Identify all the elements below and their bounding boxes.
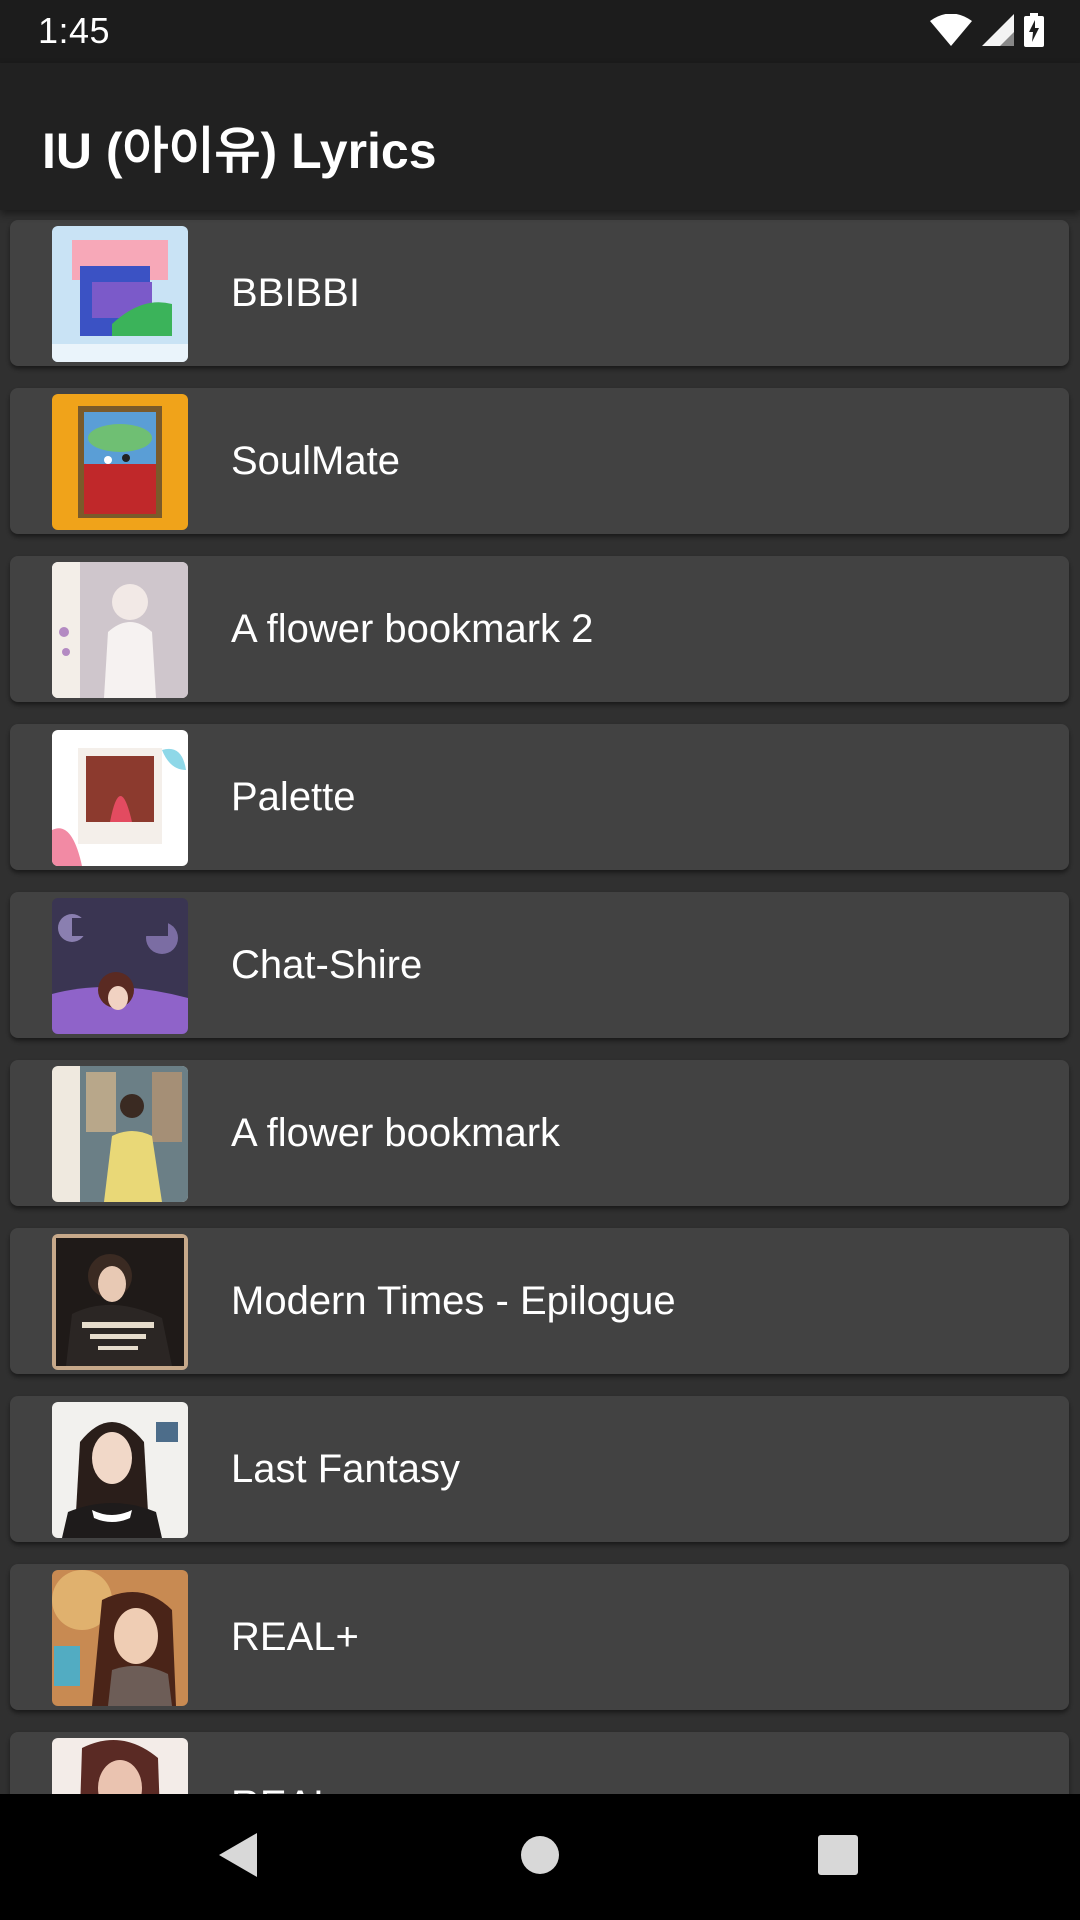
album-title: REAL+ xyxy=(231,1615,359,1659)
album-title: SoulMate xyxy=(231,439,400,483)
navigation-bar xyxy=(0,1794,1080,1920)
album-list[interactable]: BBIBBI SoulMate A flower bookmark 2 Pale… xyxy=(0,210,1080,1794)
battery-charging-icon xyxy=(1024,12,1044,52)
album-title: A flower bookmark 2 xyxy=(231,607,594,651)
album-title: A flower bookmark xyxy=(231,1111,561,1155)
album-title: Palette xyxy=(231,775,356,819)
app-bar: IU (아이유) Lyrics xyxy=(0,63,1080,210)
album-item-chat-shire[interactable]: Chat-Shire xyxy=(10,892,1069,1038)
app-title: IU (아이유) Lyrics xyxy=(42,123,437,179)
status-time: 1:45 xyxy=(38,10,111,51)
album-item-palette[interactable]: Palette xyxy=(10,724,1069,870)
album-item-modern-times-epilogue[interactable]: Modern Times - Epilogue xyxy=(10,1228,1069,1374)
album-item-soulmate[interactable]: SoulMate xyxy=(10,388,1069,534)
album-title: REAL xyxy=(231,1732,336,1794)
home-icon xyxy=(520,1835,560,1880)
flower-bookmark-2-album-art xyxy=(52,562,188,698)
back-icon xyxy=(217,1831,261,1884)
chat-shire-album-art xyxy=(52,898,188,1034)
real-album-art xyxy=(52,1738,188,1794)
soulmate-album-art xyxy=(52,394,188,530)
palette-album-art xyxy=(52,730,188,866)
album-title: Last Fantasy xyxy=(231,1447,461,1491)
album-item-flower-bookmark-2[interactable]: A flower bookmark 2 xyxy=(10,556,1069,702)
recents-icon xyxy=(817,1834,859,1881)
home-button[interactable] xyxy=(505,1822,575,1892)
recents-button[interactable] xyxy=(803,1822,873,1892)
modern-times-epilogue-album-art xyxy=(52,1234,188,1370)
cell-signal-icon xyxy=(982,13,1014,51)
album-item-real-plus[interactable]: REAL+ xyxy=(10,1564,1069,1710)
album-item-bbibbi[interactable]: BBIBBI xyxy=(10,220,1069,366)
bbibbi-album-art xyxy=(52,226,188,362)
wifi-icon xyxy=(930,13,972,51)
album-item-real[interactable]: REAL xyxy=(10,1732,1069,1794)
status-icons xyxy=(930,12,1044,52)
flower-bookmark-album-art xyxy=(52,1066,188,1202)
last-fantasy-album-art xyxy=(52,1402,188,1538)
album-title: BBIBBI xyxy=(231,271,360,315)
album-title: Chat-Shire xyxy=(231,943,423,987)
album-title: Modern Times - Epilogue xyxy=(231,1279,676,1323)
back-button[interactable] xyxy=(204,1822,274,1892)
album-item-flower-bookmark[interactable]: A flower bookmark xyxy=(10,1060,1069,1206)
real-plus-album-art xyxy=(52,1570,188,1706)
album-item-last-fantasy[interactable]: Last Fantasy xyxy=(10,1396,1069,1542)
status-bar: 1:45 xyxy=(0,0,1080,63)
